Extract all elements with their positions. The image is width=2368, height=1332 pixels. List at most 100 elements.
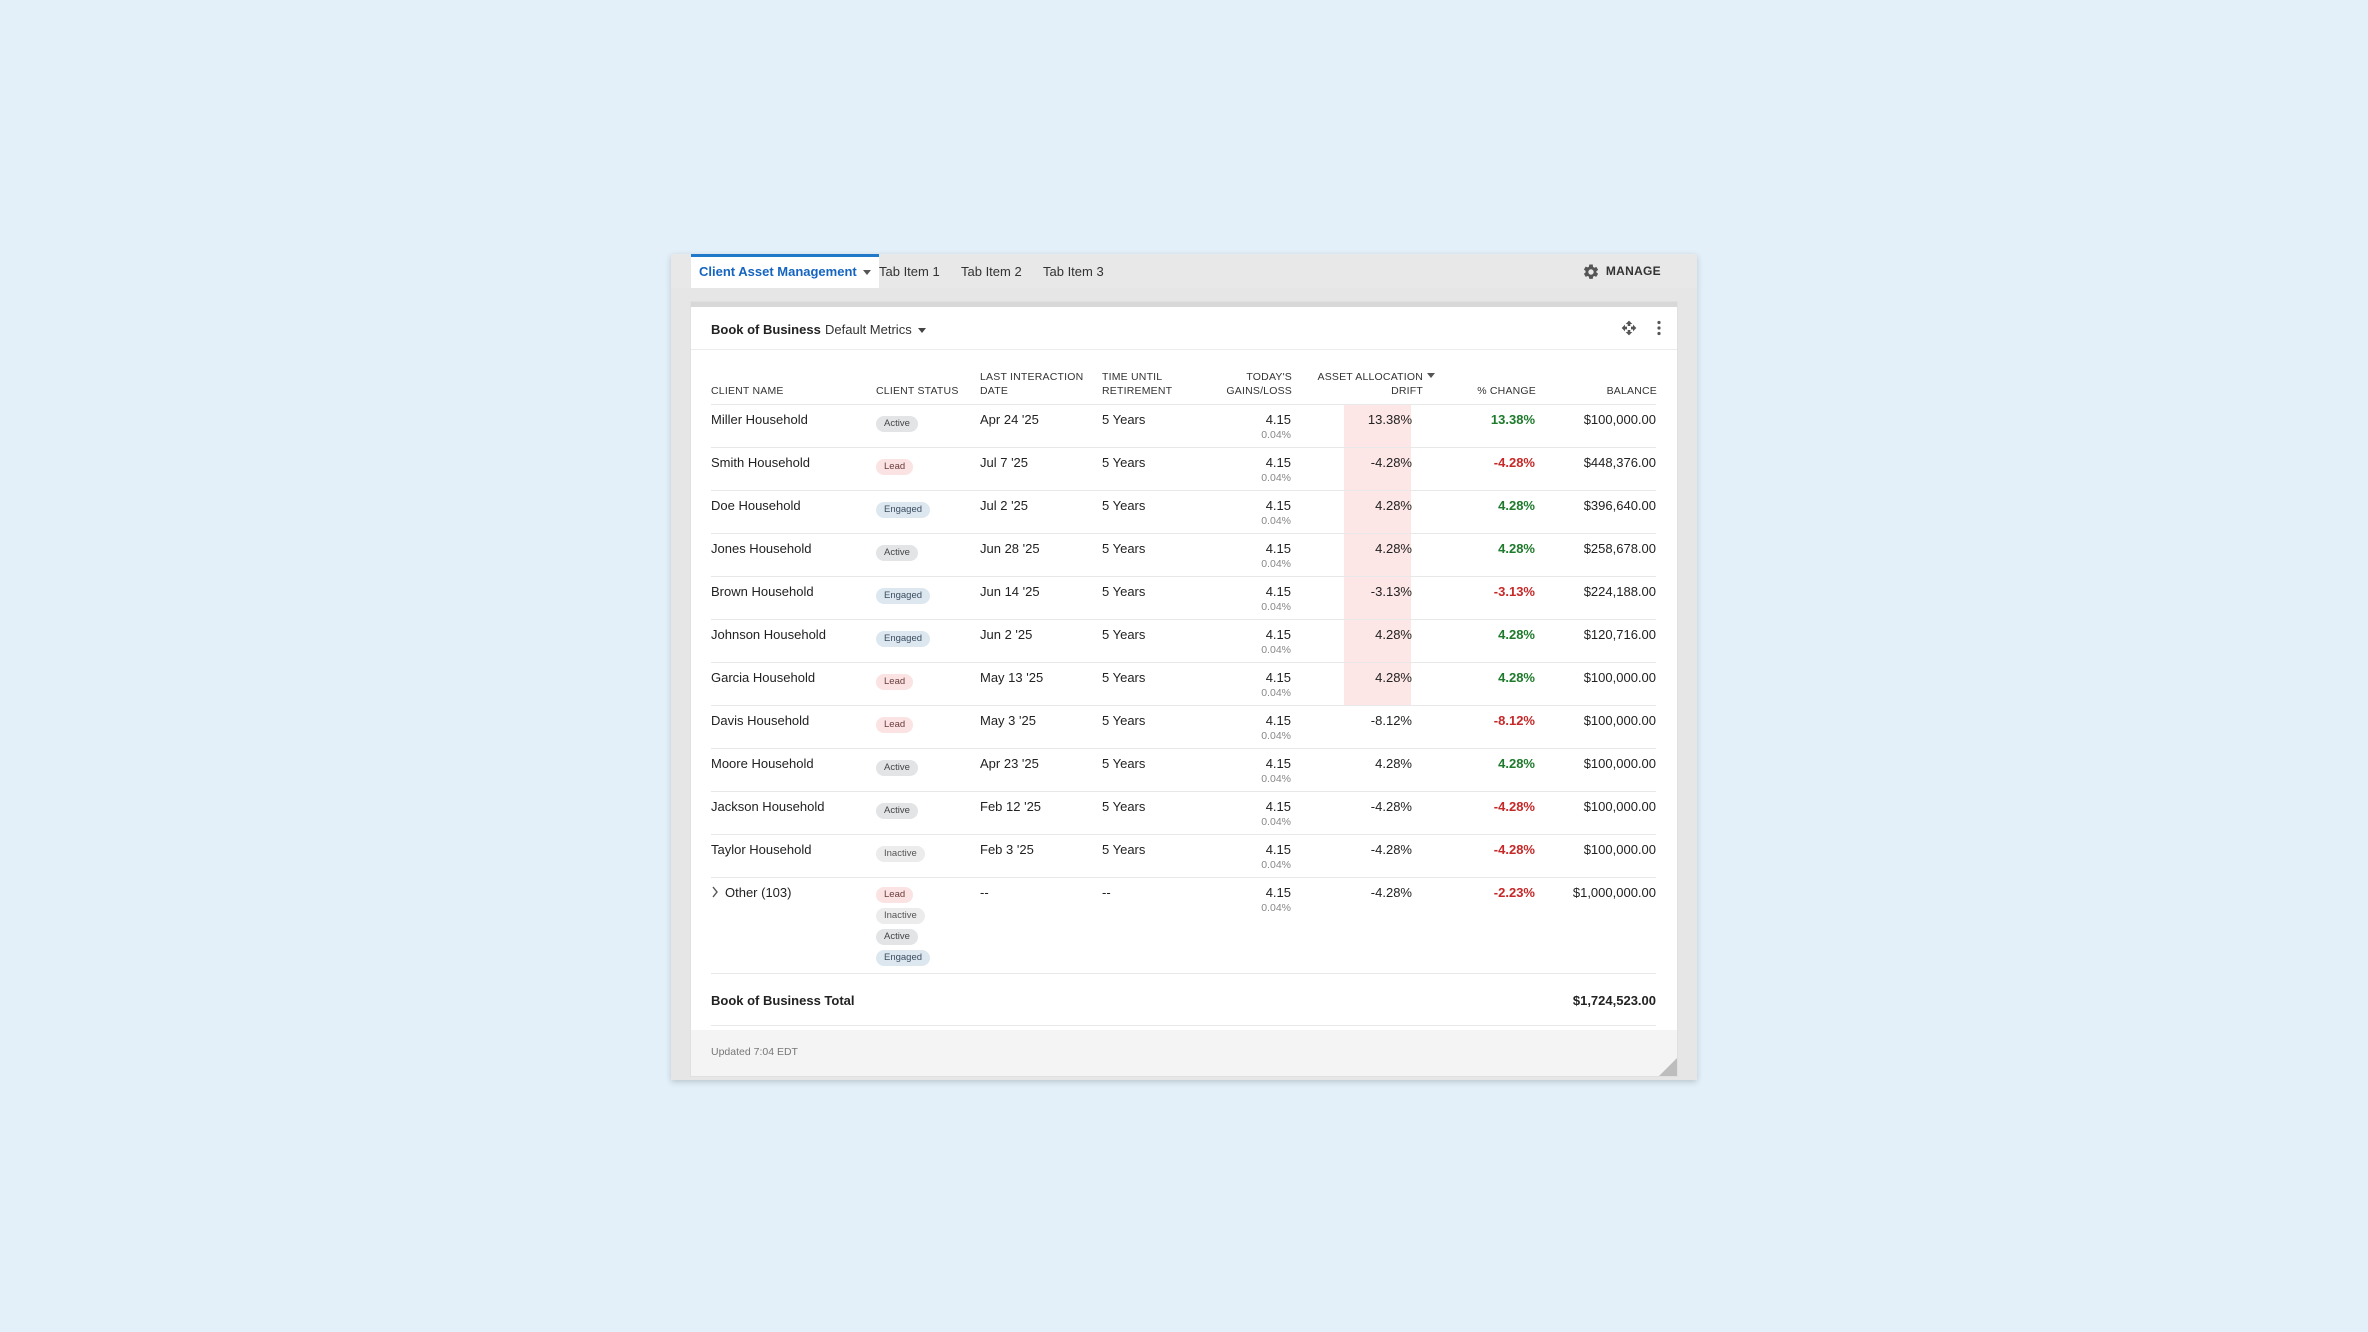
table-row[interactable]: Jones Household Active Jun 28 '25 5 Years 4.…	[711, 533, 1656, 576]
client-name-text: Taylor Household	[711, 842, 812, 857]
resize-handle[interactable]	[1659, 1058, 1677, 1076]
pct-change-value: 4.28%	[1498, 756, 1535, 771]
table-row[interactable]: Garcia Household Lead May 13 '25 5 Years 4.1…	[711, 662, 1656, 705]
gain-value: 4.15	[1265, 541, 1291, 556]
asset-allocation-drift: 4.28%	[1375, 498, 1412, 513]
table-row[interactable]: Doe Household Engaged Jul 2 '25 5 Years 4.15…	[711, 490, 1656, 533]
last-interaction-date: May 3 '25	[980, 713, 1036, 728]
client-name-text: Davis Household	[711, 713, 810, 728]
tab-client-asset-management[interactable]: Client Asset Management	[691, 254, 879, 288]
col-pct-change[interactable]: % CHANGE	[1477, 384, 1536, 398]
metrics-dropdown[interactable]: Default Metrics	[825, 322, 926, 337]
more-options-icon[interactable]	[1656, 320, 1662, 336]
gain-pct: 0.04%	[1261, 773, 1291, 785]
tab-item-1[interactable]: Tab Item 1	[879, 254, 940, 288]
retire-text: 5 Years	[1102, 498, 1146, 513]
balance-value: $448,376.00	[1583, 455, 1656, 470]
last-interaction-date: Apr 24 '25	[980, 412, 1039, 427]
pct-change: 4.28%	[1498, 498, 1535, 513]
drift-value: 4.28%	[1375, 756, 1412, 771]
table-row[interactable]: Taylor Household Inactive Feb 3 '25 5 Years…	[711, 834, 1656, 877]
retire-text: --	[1102, 885, 1111, 900]
last-interaction-date: Jul 7 '25	[980, 455, 1028, 470]
todays-gains: 4.15 0.04%	[1261, 885, 1291, 914]
drift-value: -4.28%	[1370, 842, 1412, 857]
status-badge: Active	[876, 803, 918, 819]
table-row[interactable]: Jackson Household Active Feb 12 '25 5 Years…	[711, 791, 1656, 834]
drift-value: -4.28%	[1370, 799, 1412, 814]
gain-value: 4.15	[1265, 584, 1291, 599]
balance: $100,000.00	[1584, 412, 1656, 427]
col-client-name[interactable]: CLIENT NAME	[711, 384, 784, 398]
retire-text: 5 Years	[1102, 541, 1146, 556]
pct-change: -4.28%	[1494, 455, 1535, 470]
col-label: TODAY'S	[1246, 371, 1292, 383]
manage-button[interactable]: MANAGE	[1582, 254, 1661, 288]
asset-allocation-drift: 4.28%	[1375, 670, 1412, 685]
table-row[interactable]: Brown Household Engaged Jun 14 '25 5 Years 4…	[711, 576, 1656, 619]
client-status: Lead	[876, 457, 914, 475]
status-badge: Active	[876, 545, 918, 561]
date-text: Jul 7 '25	[980, 455, 1029, 470]
col-asset-allocation-drift[interactable]: ASSET ALLOCATION DRIFT	[1317, 370, 1435, 398]
col-time-until-retirement[interactable]: TIME UNTIL RETIREMENT	[1102, 370, 1172, 398]
metrics-label: Default Metrics	[825, 322, 912, 337]
sort-desc-icon[interactable]	[1427, 373, 1435, 378]
time-until-retirement: 5 Years	[1102, 412, 1145, 427]
balance-value: $100,000.00	[1583, 412, 1656, 427]
client-name-text: Smith Household	[711, 455, 810, 470]
date-text: May 13 '25	[980, 670, 1044, 685]
time-until-retirement: 5 Years	[1102, 713, 1145, 728]
col-todays-gains[interactable]: TODAY'S GAINS/LOSS	[1226, 370, 1292, 398]
date-text: Feb 3 '25	[980, 842, 1034, 857]
balance: $100,000.00	[1584, 670, 1656, 685]
date-text: Jul 2 '25	[980, 498, 1029, 513]
todays-gains: 4.15 0.04%	[1261, 756, 1291, 785]
chevron-down-icon[interactable]	[862, 270, 871, 276]
card-header: Book of Business Default Metrics	[691, 307, 1677, 350]
time-until-retirement: 5 Years	[1102, 498, 1145, 513]
client-name-text: Jones Household	[711, 541, 812, 556]
total-label: Book of Business Total	[711, 993, 855, 1008]
client-status: Active	[876, 414, 918, 432]
status-badge: Inactive	[876, 908, 925, 924]
client-name-text: Doe Household	[711, 498, 801, 513]
pct-change: 4.28%	[1498, 541, 1535, 556]
table-row[interactable]: Moore Household Active Apr 23 '25 5 Years 4.…	[711, 748, 1656, 791]
tab-item-3[interactable]: Tab Item 3	[1043, 254, 1104, 288]
col-balance[interactable]: BALANCE	[1607, 384, 1657, 398]
status-badge: Active	[876, 760, 918, 776]
tab-item-2[interactable]: Tab Item 2	[961, 254, 1022, 288]
move-icon[interactable]	[1621, 320, 1637, 336]
client-name: Smith Household	[711, 455, 810, 470]
col-client-status[interactable]: CLIENT STATUS	[876, 384, 959, 398]
todays-gains: 4.15 0.04%	[1261, 498, 1291, 527]
retire-text: 5 Years	[1102, 627, 1146, 642]
gain-value: 4.15	[1265, 756, 1291, 771]
asset-allocation-drift: 13.38%	[1368, 412, 1412, 427]
col-label: DRIFT	[1391, 385, 1423, 397]
chevron-right-icon[interactable]	[711, 886, 719, 898]
col-last-interaction[interactable]: LAST INTERACTION DATE	[980, 370, 1083, 398]
table-row[interactable]: Other (103) Lead Inactive Active Engaged -- --…	[711, 877, 1656, 967]
time-until-retirement: 5 Years	[1102, 541, 1145, 556]
status-badge: Engaged	[876, 950, 931, 966]
gain-value: 4.15	[1265, 627, 1291, 642]
pct-change: -4.28%	[1494, 842, 1535, 857]
client-name: Doe Household	[711, 498, 801, 513]
date-text: Jun 28 '25	[980, 541, 1040, 556]
last-interaction-date: Feb 3 '25	[980, 842, 1034, 857]
table-row[interactable]: Johnson Household Engaged Jun 2 '25 5 Years…	[711, 619, 1656, 662]
table-row[interactable]: Smith Household Lead Jul 7 '25 5 Years 4.15 0…	[711, 447, 1656, 490]
pct-change: -8.12%	[1494, 713, 1535, 728]
table-row[interactable]: Davis Household Lead May 3 '25 5 Years 4.15 0…	[711, 705, 1656, 748]
date-text: Jun 14 '25	[980, 584, 1040, 599]
todays-gains: 4.15 0.04%	[1261, 541, 1291, 570]
table-row[interactable]: Miller Household Active Apr 24 '25 5 Years 4…	[711, 404, 1656, 447]
gain-value: 4.15	[1265, 670, 1291, 685]
client-name: Garcia Household	[711, 670, 815, 685]
pct-change: -4.28%	[1494, 799, 1535, 814]
client-name: Other (103)	[711, 885, 791, 900]
client-name-text: Brown Household	[711, 584, 814, 599]
gain-pct: 0.04%	[1261, 558, 1291, 570]
